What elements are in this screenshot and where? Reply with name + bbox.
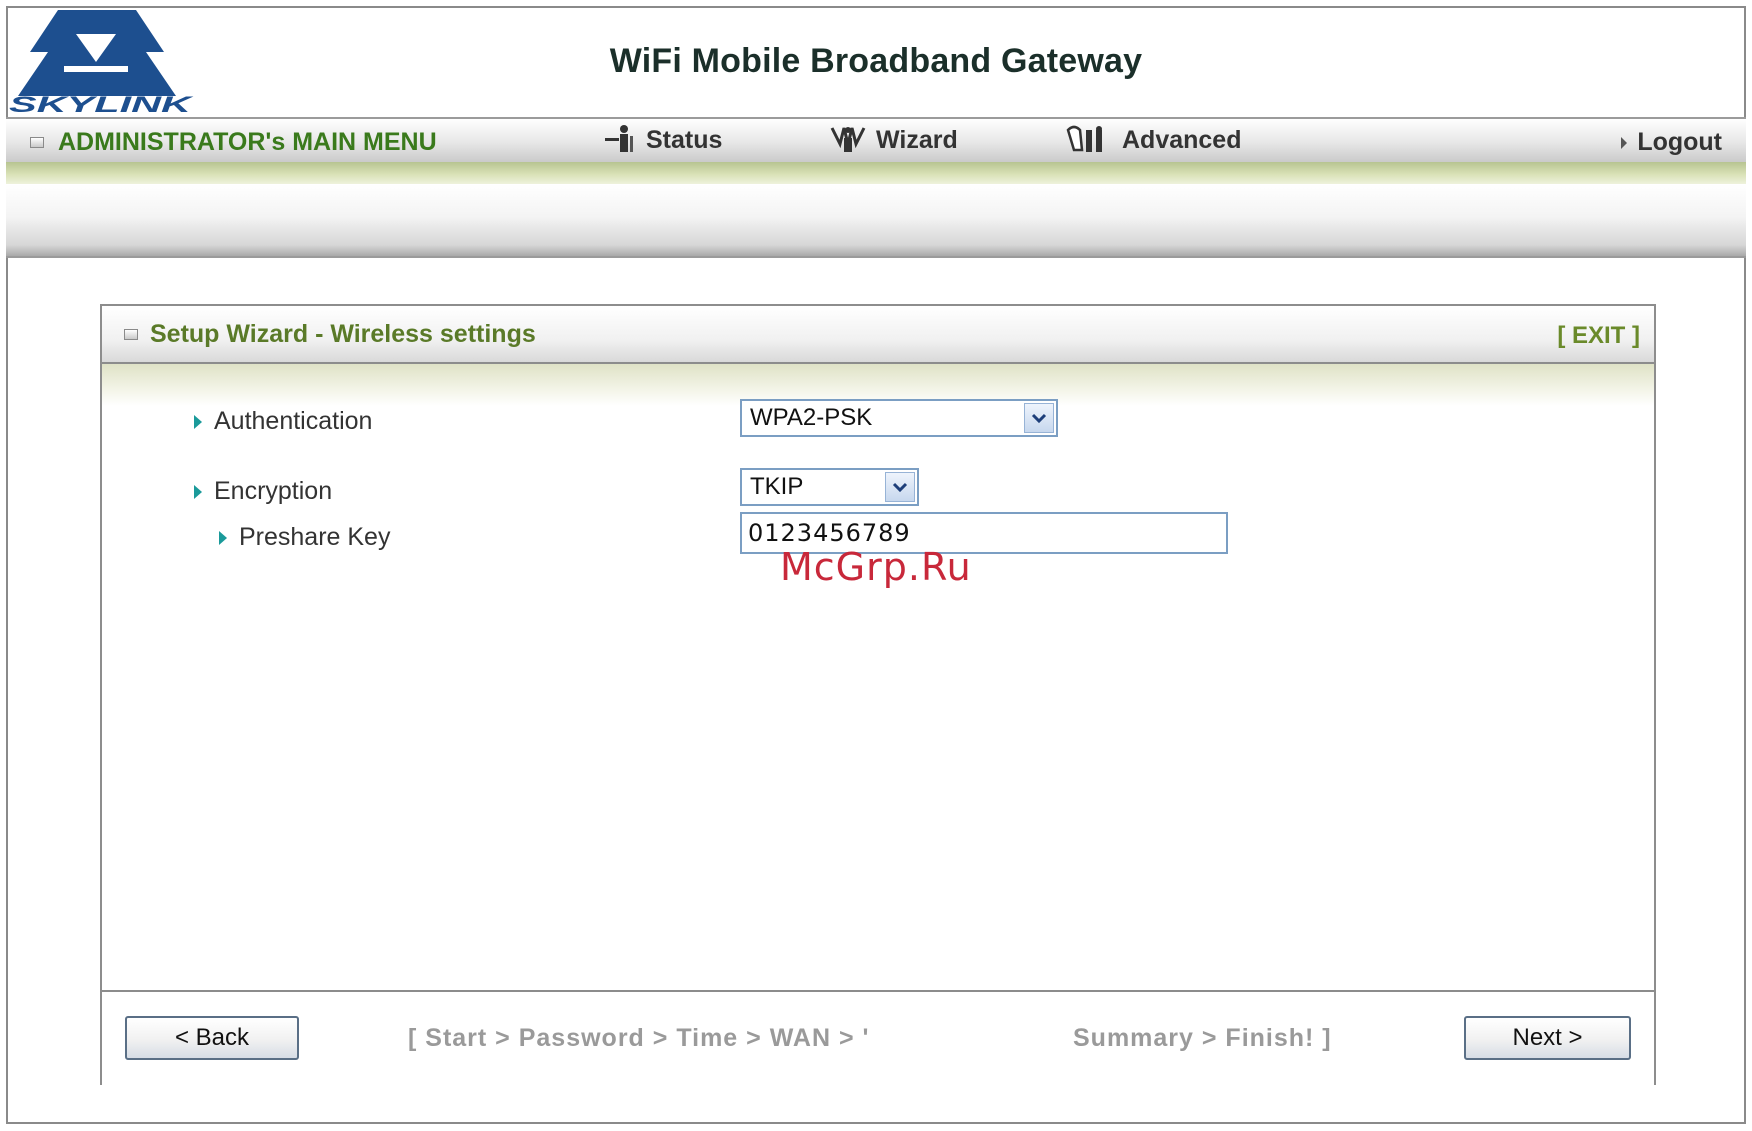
panel-square-icon [124,329,138,340]
logout-arrow-icon [1621,136,1628,149]
wizard-steps-right: Summary > Finish! ] [1073,1024,1332,1052]
status-person-icon [605,125,633,152]
chevron-down-icon[interactable] [1024,403,1054,433]
green-divider-bar [6,162,1746,184]
encryption-label: Encryption [194,477,332,506]
admin-main-menu: ADMINISTRATOR's MAIN MENU [30,128,437,157]
panel-title-text: Setup Wizard - Wireless settings [150,320,536,348]
encryption-select[interactable]: TKIP [740,468,919,506]
back-button[interactable]: < Back [125,1016,299,1060]
watermark-text: McGrp.Ru [780,545,972,589]
authentication-label-text: Authentication [214,407,373,435]
gray-header-band [6,184,1746,258]
app-title: WiFi Mobile Broadband Gateway [609,42,1143,80]
chevron-down-icon[interactable] [885,472,915,502]
panel-title: Setup Wizard - Wireless settings [124,320,536,349]
authentication-select-value: WPA2-PSK [750,404,873,431]
arrow-right-icon [194,484,202,499]
authentication-label: Authentication [194,407,372,436]
authentication-select[interactable]: WPA2-PSK [740,399,1058,437]
logo-text: SKYLINK [9,92,194,112]
admin-main-menu-label: ADMINISTRATOR's MAIN MENU [58,128,437,156]
preshare-key-value: 0123456789 [748,519,911,547]
wizard-steps-left: [ Start > Password > Time > WAN > ' [408,1024,870,1052]
menu-item-status-label: Status [646,125,723,154]
next-button[interactable]: Next > [1464,1016,1631,1060]
wizard-icon [830,127,866,152]
encryption-label-text: Encryption [214,477,333,505]
menu-square-icon [30,137,44,148]
menu-item-advanced-label: Advanced [1122,125,1242,154]
panel-header: Setup Wizard - Wireless settings [ EXIT … [102,306,1654,364]
arrow-right-icon [219,530,227,545]
panel-footer [102,990,1654,1085]
menu-item-wizard[interactable]: Wizard [830,122,958,158]
preshare-key-label: Preshare Key [219,523,390,552]
menu-item-status[interactable]: Status [602,122,722,158]
preshare-key-label-text: Preshare Key [239,523,391,551]
menu-item-wizard-label: Wizard [876,125,958,154]
advanced-icon [1066,125,1102,152]
arrow-right-icon [194,414,202,429]
encryption-select-value: TKIP [750,473,804,500]
menu-item-advanced[interactable]: Advanced [1066,122,1241,158]
logout-label: Logout [1637,128,1722,156]
logout-link[interactable]: Logout [1621,128,1722,157]
exit-link[interactable]: [ EXIT ] [1557,322,1640,350]
